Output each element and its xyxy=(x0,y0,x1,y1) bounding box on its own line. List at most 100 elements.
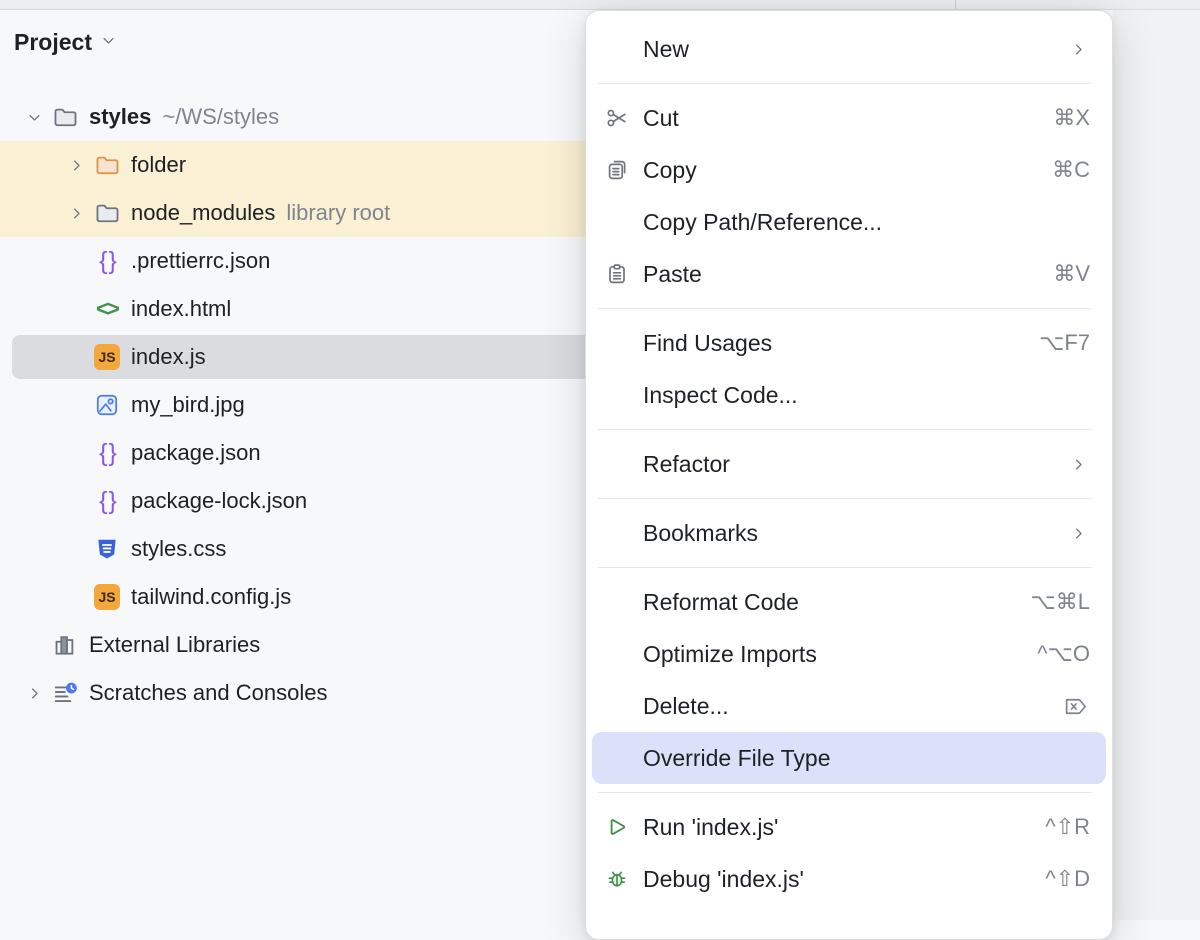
json-icon: { } xyxy=(94,440,120,467)
menu-item-shortcut: ⌘C xyxy=(1052,157,1090,183)
menu-item-shortcut: ⌘V xyxy=(1053,261,1090,287)
tree-item-styles[interactable]: styles~/WS/styles xyxy=(0,93,585,141)
tree-item-external-libraries[interactable]: External Libraries xyxy=(0,621,585,669)
menu-item-shortcut: ⌥F7 xyxy=(1039,330,1090,356)
tree-item-label: node_modules xyxy=(131,200,275,226)
tree-item-prettierrc-json[interactable]: { } .prettierrc.json xyxy=(0,237,585,285)
tree-item-label: styles.css xyxy=(131,536,226,562)
menu-item-refactor[interactable]: Refactor xyxy=(586,438,1112,490)
menu-item-label: Reformat Code xyxy=(643,589,799,616)
tree-item-index-js[interactable]: JS index.js xyxy=(0,333,585,381)
menu-item-find-usages[interactable]: Find Usages ⌥F7 xyxy=(586,317,1112,369)
tree-item-tailwind-config-js[interactable]: JStailwind.config.js xyxy=(0,573,585,621)
css-icon xyxy=(94,536,120,563)
project-file-tree: styles~/WS/styles folder node_modules libra… xyxy=(0,93,585,717)
tree-item-suffix: ~/WS/styles xyxy=(162,104,279,130)
menu-item-label: Refactor xyxy=(643,451,730,478)
context-menu: New Cut ⌘X Copy ⌘C Copy Path/Reference... Past… xyxy=(585,10,1113,940)
menu-item-label: Cut xyxy=(643,105,679,132)
tree-item-styles-css[interactable]: styles.css xyxy=(0,525,585,573)
tree-item-label: my_bird.jpg xyxy=(131,392,245,418)
menu-item-copy[interactable]: Copy ⌘C xyxy=(586,144,1112,196)
menu-separator xyxy=(598,429,1092,430)
menu-item-new[interactable]: New xyxy=(586,23,1112,75)
chevron-right-icon[interactable] xyxy=(16,686,52,701)
json-icon: { } xyxy=(94,248,120,275)
menu-item-delete[interactable]: Delete... xyxy=(586,680,1112,732)
menu-item-shortcut: ^⇧R xyxy=(1045,814,1090,840)
menu-item-paste[interactable]: Paste ⌘V xyxy=(586,248,1112,300)
menu-item-label: Override File Type xyxy=(643,745,830,772)
chevron-right-icon[interactable] xyxy=(58,206,94,221)
menu-item-label: Optimize Imports xyxy=(643,641,817,668)
menu-item-label: Run 'index.js' xyxy=(643,814,778,841)
paste-icon xyxy=(604,262,630,286)
html-icon: <> xyxy=(94,296,120,323)
menu-separator xyxy=(598,308,1092,309)
submenu-arrow-icon xyxy=(1071,42,1086,57)
tree-item-label: tailwind.config.js xyxy=(131,584,291,610)
menu-item-debug-index-js[interactable]: Debug 'index.js' ^⇧D xyxy=(586,853,1112,905)
folder-gray-icon xyxy=(52,104,78,131)
menu-item-reformat-code[interactable]: Reformat Code⌥⌘L xyxy=(586,576,1112,628)
tree-item-label: index.html xyxy=(131,296,231,322)
scratches-icon xyxy=(52,680,78,707)
menu-separator xyxy=(598,498,1092,499)
menu-item-label: Find Usages xyxy=(643,330,772,357)
menu-item-inspect-code[interactable]: Inspect Code... xyxy=(586,369,1112,421)
cut-icon xyxy=(604,106,630,130)
json-icon: { } xyxy=(94,488,120,515)
menu-item-label: Copy xyxy=(643,157,697,184)
menu-item-shortcut: ^⌥O xyxy=(1037,641,1090,667)
js-icon: JS xyxy=(94,344,120,371)
menu-separator xyxy=(598,792,1092,793)
menu-item-label: Bookmarks xyxy=(643,520,758,547)
tree-item-label: Scratches and Consoles xyxy=(89,680,327,706)
tree-item-my-bird-jpg[interactable]: my_bird.jpg xyxy=(0,381,585,429)
tree-item-package-lock-json[interactable]: { }package-lock.json xyxy=(0,477,585,525)
tree-item-scratches-and-consoles[interactable]: Scratches and Consoles xyxy=(0,669,585,717)
tree-item-label: folder xyxy=(131,152,186,178)
copy-icon xyxy=(604,158,630,182)
tree-item-label: index.js xyxy=(131,344,206,370)
menu-item-optimize-imports[interactable]: Optimize Imports ^⌥O xyxy=(586,628,1112,680)
tree-item-label: External Libraries xyxy=(89,632,260,658)
menu-item-label: New xyxy=(643,36,689,63)
tree-item-index-html[interactable]: <> index.html xyxy=(0,285,585,333)
menu-item-label: Paste xyxy=(643,261,702,288)
editor-area xyxy=(1113,10,1200,920)
menu-item-shortcut: ^⇧D xyxy=(1045,866,1090,892)
project-panel-title: Project xyxy=(14,29,92,56)
menu-item-label: Inspect Code... xyxy=(643,382,798,409)
menu-item-cut[interactable]: Cut ⌘X xyxy=(586,92,1112,144)
tree-item-folder[interactable]: folder xyxy=(0,141,585,189)
menu-item-label: Copy Path/Reference... xyxy=(643,209,882,236)
tree-item-suffix: library root xyxy=(286,200,390,226)
menu-item-run-index-js[interactable]: Run 'index.js' ^⇧R xyxy=(586,801,1112,853)
menu-item-override-file-type[interactable]: Override File Type xyxy=(592,732,1106,784)
tree-item-node-modules[interactable]: node_modules library root xyxy=(0,189,585,237)
chevron-down-icon[interactable] xyxy=(101,33,116,53)
tree-item-package-json[interactable]: { } package.json xyxy=(0,429,585,477)
folder-gray-icon xyxy=(94,200,120,227)
folder-orange-icon xyxy=(94,152,120,179)
menu-item-bookmarks[interactable]: Bookmarks xyxy=(586,507,1112,559)
tree-item-label: package.json xyxy=(131,440,261,466)
project-panel-header[interactable]: Project xyxy=(14,29,116,56)
panel-splitter[interactable] xyxy=(955,0,956,9)
lib-icon xyxy=(52,632,78,659)
menu-item-shortcut: ⌘X xyxy=(1053,105,1090,131)
menu-item-label: Debug 'index.js' xyxy=(643,866,804,893)
menu-item-label: Delete... xyxy=(643,693,729,720)
chevron-right-icon[interactable] xyxy=(58,158,94,173)
window-top-strip xyxy=(0,0,1200,10)
tree-item-label: .prettierrc.json xyxy=(131,248,270,274)
chevron-down-icon[interactable] xyxy=(16,110,52,125)
run-icon xyxy=(604,815,630,839)
menu-item-copy-path-reference[interactable]: Copy Path/Reference... xyxy=(586,196,1112,248)
submenu-arrow-icon xyxy=(1071,457,1086,472)
submenu-arrow-icon xyxy=(1071,526,1086,541)
debug-icon xyxy=(604,867,630,891)
menu-separator xyxy=(598,567,1092,568)
menu-separator xyxy=(598,83,1092,84)
